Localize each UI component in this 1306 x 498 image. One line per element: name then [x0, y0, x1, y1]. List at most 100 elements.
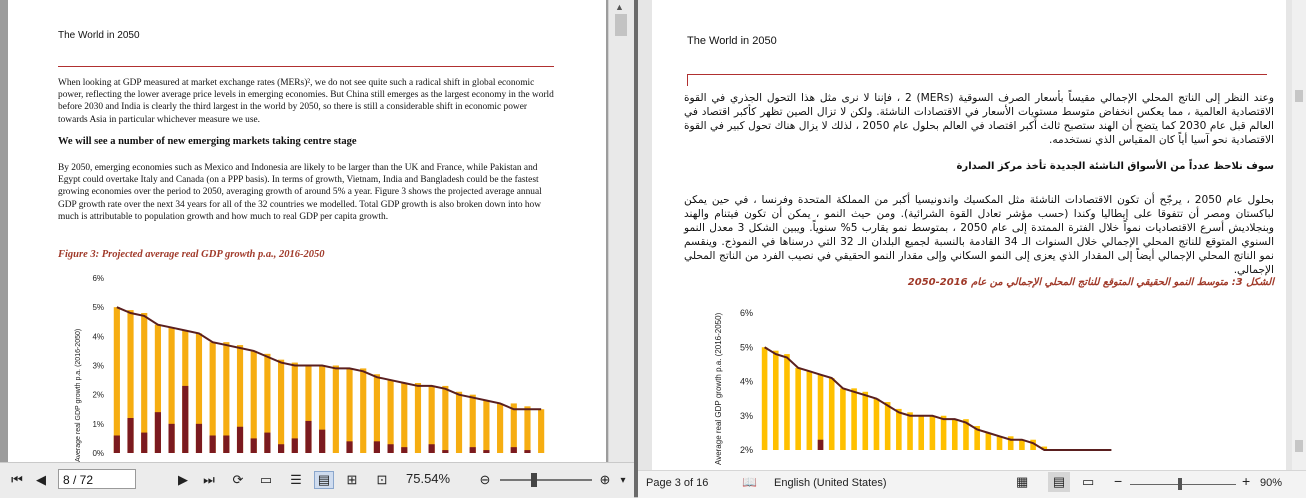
paragraph[interactable]: بحلول عام 2050 ، يرجّح أن تكون الاقتصادا…: [684, 193, 1274, 277]
word-zoom-level[interactable]: 90%: [1260, 477, 1282, 489]
zoom-out-icon[interactable]: ⊖: [476, 471, 494, 489]
chart-bar-population: [195, 423, 203, 453]
continuous-icon[interactable]: ☰: [286, 471, 306, 489]
chart-bar-population: [141, 432, 148, 453]
chart-bar-population: [319, 429, 326, 453]
first-page-icon[interactable]: ⏮: [8, 471, 26, 489]
single-page-icon[interactable]: ▭: [256, 471, 276, 489]
chart-bar-population: [373, 441, 380, 453]
zoom-slider[interactable]: [500, 479, 592, 481]
chart-bar-total: [538, 409, 545, 453]
chart-bar-total: [817, 374, 824, 450]
chart-bar-population: [223, 435, 230, 453]
paragraph[interactable]: وعند النظر إلى الناتج المحلي الإجمالي مق…: [684, 91, 1274, 147]
chart-bar-population: [182, 385, 189, 453]
word-scrollbar[interactable]: [1292, 0, 1306, 470]
word-document-pane[interactable]: The World in 2050 وعند النظر إلى الناتج …: [638, 0, 1306, 470]
word-page: The World in 2050 وعند النظر إلى الناتج …: [652, 0, 1286, 470]
chart-bar-population: [291, 438, 298, 453]
word-zoom-slider[interactable]: [1130, 484, 1236, 485]
read-mode-icon[interactable]: ▦: [1016, 474, 1028, 490]
chart-bar-population: [469, 447, 476, 453]
chart-bar-total: [360, 368, 367, 453]
pdf-navigation-toolbar: ⏮ ◀ 8 / 72 ▶ ⏭ ⟳ ▭ ☰ ▤ ⊞ ⊡ 75.54% ⊖ ⊕ ▾: [0, 462, 634, 498]
chevron-down-icon[interactable]: ▾: [616, 471, 630, 489]
pdf-scrollbar[interactable]: ▲: [608, 0, 635, 462]
chart-bar-population: [278, 444, 285, 453]
chart-bar-population: [510, 447, 517, 453]
section-heading[interactable]: سوف نلاحظ عدداً من الأسواق الناشئة الجدي…: [684, 161, 1274, 172]
zoom-slider-thumb[interactable]: [531, 473, 537, 487]
page-count[interactable]: Page 3 of 16: [646, 477, 708, 489]
chart-bar-population: [127, 418, 134, 453]
proofing-icon[interactable]: 📖: [742, 475, 757, 489]
fit-page-icon[interactable]: ⊡: [372, 471, 392, 489]
chart-bar-total: [373, 374, 380, 453]
zoom-out-icon[interactable]: −: [1114, 473, 1122, 489]
scroll-thumb[interactable]: [1295, 440, 1303, 452]
chart-bar-total: [940, 415, 947, 450]
chart-bar-total: [387, 380, 394, 453]
chart-bar-total: [840, 388, 846, 450]
next-page-icon[interactable]: ▶: [174, 471, 192, 489]
y-tick-label: 6%: [740, 308, 753, 318]
last-page-icon[interactable]: ⏭: [200, 471, 218, 489]
web-layout-icon[interactable]: ▭: [1082, 474, 1094, 490]
chart-bar-total: [784, 354, 790, 450]
pdf-page: The World in 2050 When looking at GDP me…: [8, 0, 606, 462]
zoom-level[interactable]: 75.54%: [406, 471, 450, 486]
section-heading: We will see a number of new emerging mar…: [58, 136, 357, 147]
paragraph: By 2050, emerging economies such as Mexi…: [58, 163, 542, 222]
scroll-up-icon[interactable]: ▲: [615, 2, 624, 12]
figure-title: Figure 3: Projected average real GDP gro…: [58, 249, 325, 260]
chart-bar-total: [250, 350, 257, 453]
chart-bar-population: [305, 420, 312, 453]
y-axis-label: Average real GDP growth p.a. (2016-2050): [714, 312, 723, 465]
pdf-viewer-pane[interactable]: The World in 2050 When looking at GDP me…: [0, 0, 608, 462]
chart-bar-total: [414, 383, 422, 453]
chart-bar-total: [828, 378, 835, 450]
y-tick-label: 5%: [92, 303, 104, 312]
chart-line-series: [116, 306, 542, 411]
chart-bar-total: [401, 383, 408, 453]
print-layout-icon[interactable]: ▤: [1048, 472, 1070, 492]
rotate-icon[interactable]: ⟳: [228, 471, 248, 489]
y-axis-label: Average real GDP growth p.a. (2016-2050): [75, 329, 82, 462]
y-tick-label: 3%: [92, 362, 104, 371]
facing-icon[interactable]: ▤: [314, 471, 334, 489]
zoom-in-icon[interactable]: ⊕: [596, 471, 614, 489]
chart-bar-total: [795, 367, 801, 450]
chart-bar-total: [896, 408, 902, 450]
chart-bar-population: [236, 426, 244, 453]
chart-bar-total: [951, 419, 958, 450]
y-tick-label: 2%: [92, 391, 104, 400]
chart-bar-population: [250, 438, 257, 453]
chart-bar-total: [442, 385, 449, 453]
chart-bar-population: [346, 441, 353, 453]
chart-bar-total: [346, 368, 353, 453]
figure-title[interactable]: الشكل 3: متوسط النمو الحقيقي المتوقع للن…: [684, 277, 1274, 288]
prev-page-icon[interactable]: ◀: [32, 471, 50, 489]
word-zoom-slider-thumb[interactable]: [1178, 478, 1182, 490]
chart-bar-population: [264, 432, 271, 453]
y-tick-label: 5%: [740, 342, 753, 352]
y-tick-label: 0%: [92, 449, 104, 458]
scroll-thumb[interactable]: [615, 14, 627, 36]
fit-width-icon[interactable]: ⊞: [342, 471, 362, 489]
chart-bar-total: [996, 436, 1003, 450]
chart-bar-total: [873, 398, 880, 450]
header-rule: [58, 66, 554, 67]
zoom-in-icon[interactable]: +: [1242, 473, 1250, 489]
gdp-growth-chart: 0% 1% 2% 3% 4% 5% 6% Average real GDP growth p.…: [75, 274, 545, 462]
chart-bar-total: [929, 415, 936, 450]
chart-bar-population: [168, 423, 175, 453]
y-tick-label: 6%: [92, 274, 104, 283]
language-indicator[interactable]: English (United States): [774, 477, 887, 489]
page-header: The World in 2050: [687, 35, 777, 47]
rule-marker: [687, 74, 688, 86]
chart-bar-population: [401, 447, 408, 453]
chart-bar-population: [387, 444, 394, 453]
scroll-thumb[interactable]: [1295, 90, 1303, 102]
chart-bar-total: [851, 388, 857, 450]
page-number-input[interactable]: 8 / 72: [58, 469, 136, 489]
